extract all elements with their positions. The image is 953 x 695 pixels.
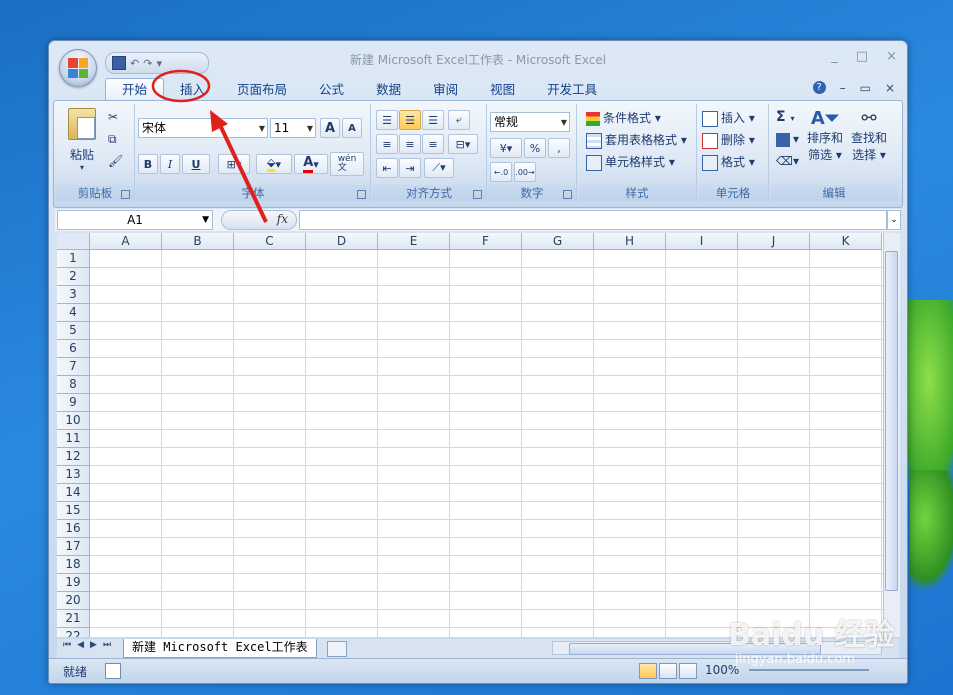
watermark-brand: Baidu 经验 — [728, 618, 895, 653]
annotation-arrow-head — [210, 110, 228, 132]
highlight-circle — [151, 69, 211, 103]
annotation-arrow-shaft — [218, 124, 268, 223]
watermark-url: jingyan.baidu.com — [735, 652, 855, 667]
annotation-overlay — [151, 69, 268, 223]
